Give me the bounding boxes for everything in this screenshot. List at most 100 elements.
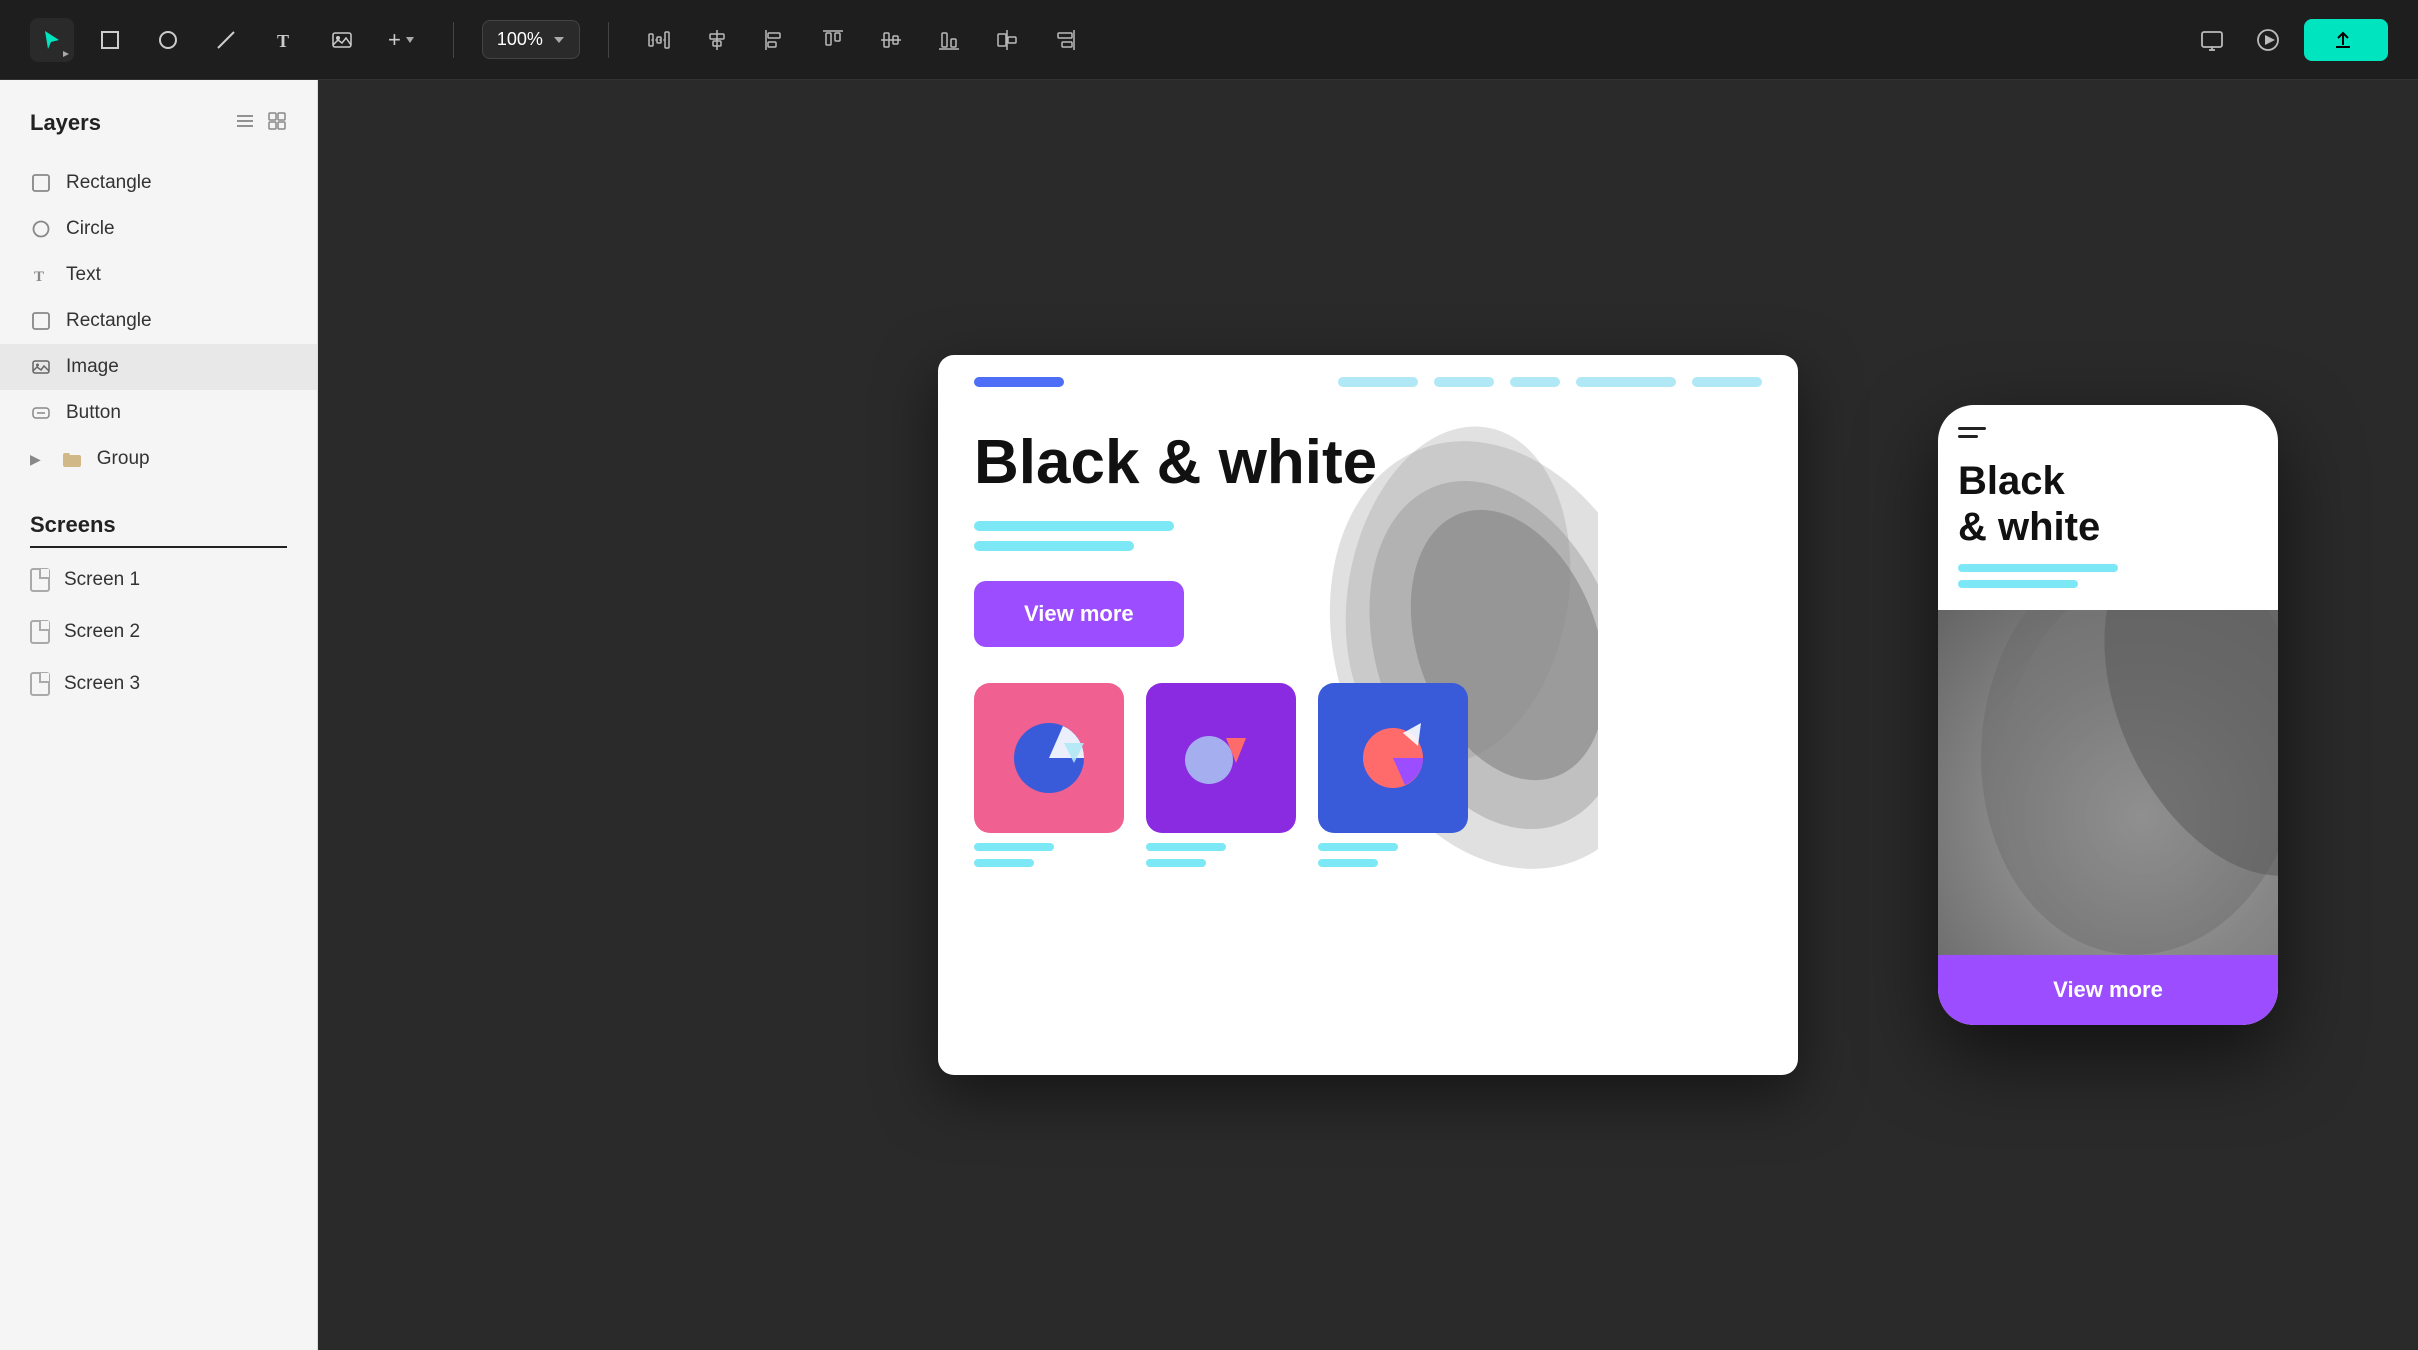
phone-subtitle-line-1 bbox=[1958, 564, 2118, 572]
publish-button[interactable] bbox=[2304, 19, 2388, 61]
phone-subtitle-line-2 bbox=[1958, 580, 2078, 588]
layer-item-rectangle-2[interactable]: Rectangle bbox=[0, 298, 317, 344]
card-column-2 bbox=[1146, 683, 1296, 867]
align-middle-tool[interactable] bbox=[985, 18, 1029, 62]
zoom-control[interactable]: 100% bbox=[482, 20, 580, 59]
layers-header-icons bbox=[235, 111, 287, 136]
rectangle-layer-icon bbox=[30, 172, 52, 194]
align-center-h-tool[interactable] bbox=[695, 18, 739, 62]
card-meta-line bbox=[1318, 859, 1378, 867]
screen-doc-icon bbox=[30, 620, 50, 644]
circle-layer-icon bbox=[30, 218, 52, 240]
line-tool[interactable] bbox=[204, 18, 248, 62]
layer-label: Button bbox=[66, 402, 121, 424]
rectangle-tool[interactable] bbox=[88, 18, 132, 62]
layer-item-button[interactable]: Button bbox=[0, 390, 317, 436]
group-expand-arrow[interactable]: ▶ bbox=[30, 451, 41, 468]
align-group bbox=[637, 18, 1087, 62]
layer-label: Group bbox=[97, 448, 150, 470]
card-meta-1 bbox=[974, 843, 1124, 867]
tools-group: T + bbox=[30, 18, 425, 62]
layer-label: Circle bbox=[66, 218, 115, 240]
main-area: Layers bbox=[0, 80, 2418, 1350]
phone-leaf-area bbox=[1938, 610, 2278, 955]
layer-label: Rectangle bbox=[66, 172, 152, 194]
screen-item-2[interactable]: Screen 2 bbox=[30, 606, 287, 658]
layer-item-rectangle-1[interactable]: Rectangle bbox=[0, 160, 317, 206]
grid-view-icon[interactable] bbox=[267, 111, 287, 136]
rectangle-layer-icon-2 bbox=[30, 310, 52, 332]
layers-header: Layers bbox=[30, 110, 287, 136]
screen-label: Screen 1 bbox=[64, 569, 140, 591]
toolbar: T + 100% bbox=[0, 0, 2418, 80]
toolbar-divider-2 bbox=[608, 22, 609, 58]
card-meta-line bbox=[974, 843, 1054, 851]
layer-item-circle[interactable]: Circle bbox=[0, 206, 317, 252]
phone-content: Black& white bbox=[1938, 405, 2278, 955]
card-meta-line bbox=[1318, 843, 1398, 851]
add-tool[interactable]: + bbox=[378, 18, 425, 62]
card-column-3 bbox=[1318, 683, 1468, 867]
canvas-subtitle bbox=[974, 521, 1762, 551]
nav-link-3 bbox=[1510, 377, 1560, 387]
canvas-area: Black & white View more bbox=[318, 80, 2418, 1350]
nav-logo bbox=[974, 377, 1064, 387]
phone-menu-icon bbox=[1958, 427, 2258, 438]
view-more-button[interactable]: View more bbox=[974, 581, 1184, 647]
phone-view-more-button[interactable]: View more bbox=[1938, 955, 2278, 1025]
card-meta-line bbox=[974, 859, 1034, 867]
text-tool[interactable]: T bbox=[262, 18, 306, 62]
align-right-tool[interactable] bbox=[1043, 18, 1087, 62]
screen-item-3[interactable]: Screen 3 bbox=[30, 658, 287, 710]
cursor-tool[interactable] bbox=[30, 18, 74, 62]
layer-label: Text bbox=[66, 264, 101, 286]
menu-line-1 bbox=[1958, 427, 1986, 430]
align-top-tool[interactable] bbox=[811, 18, 855, 62]
phone-headline: Black& white bbox=[1938, 448, 2278, 564]
card-meta-3 bbox=[1318, 843, 1468, 867]
card-meta-line bbox=[1146, 859, 1206, 867]
distribute-h-tool[interactable] bbox=[637, 18, 681, 62]
phone-subtitle bbox=[1938, 564, 2278, 596]
circle-tool[interactable] bbox=[146, 18, 190, 62]
align-bottom-tool[interactable] bbox=[927, 18, 971, 62]
screen-label: Screen 2 bbox=[64, 621, 140, 643]
layers-title: Layers bbox=[30, 110, 101, 136]
card-2[interactable] bbox=[1146, 683, 1296, 833]
nav-link-2 bbox=[1434, 377, 1494, 387]
cards-row bbox=[974, 683, 1762, 867]
screen-item-1[interactable]: Screen 1 bbox=[30, 554, 287, 606]
card-meta-2 bbox=[1146, 843, 1296, 867]
toolbar-right bbox=[2192, 19, 2388, 61]
card-1[interactable] bbox=[974, 683, 1124, 833]
screen-doc-icon bbox=[30, 568, 50, 592]
canvas-headline: Black & white bbox=[974, 429, 1762, 497]
layer-item-text[interactable]: T Text bbox=[0, 252, 317, 298]
screen-label: Screen 3 bbox=[64, 673, 140, 695]
phone-mockup[interactable]: Black& white View mo bbox=[1938, 405, 2278, 1025]
align-center-v-tool[interactable] bbox=[869, 18, 913, 62]
image-tool[interactable] bbox=[320, 18, 364, 62]
phone-topbar bbox=[1938, 405, 2278, 448]
card-3[interactable] bbox=[1318, 683, 1468, 833]
list-view-icon[interactable] bbox=[235, 111, 255, 136]
layer-item-group[interactable]: ▶ Group bbox=[0, 436, 317, 482]
toolbar-divider-1 bbox=[453, 22, 454, 58]
layer-label: Rectangle bbox=[66, 310, 152, 332]
layer-item-image[interactable]: Image bbox=[0, 344, 317, 390]
subtitle-line-1 bbox=[974, 521, 1174, 531]
subtitle-line-2 bbox=[974, 541, 1134, 551]
nav-link-1 bbox=[1338, 377, 1418, 387]
nav-link-4 bbox=[1576, 377, 1676, 387]
button-layer-icon bbox=[30, 402, 52, 424]
layers-section: Layers bbox=[0, 110, 317, 160]
align-left-tool[interactable] bbox=[753, 18, 797, 62]
menu-line-2 bbox=[1958, 435, 1978, 438]
card-column-1 bbox=[974, 683, 1124, 867]
layer-label: Image bbox=[66, 356, 119, 378]
device-preview-btn[interactable] bbox=[2192, 20, 2232, 60]
screens-section: Screens Screen 1 Screen 2 Screen 3 bbox=[0, 512, 317, 710]
card-meta-line bbox=[1146, 843, 1226, 851]
play-preview-btn[interactable] bbox=[2248, 20, 2288, 60]
design-canvas[interactable]: Black & white View more bbox=[938, 355, 1798, 1075]
